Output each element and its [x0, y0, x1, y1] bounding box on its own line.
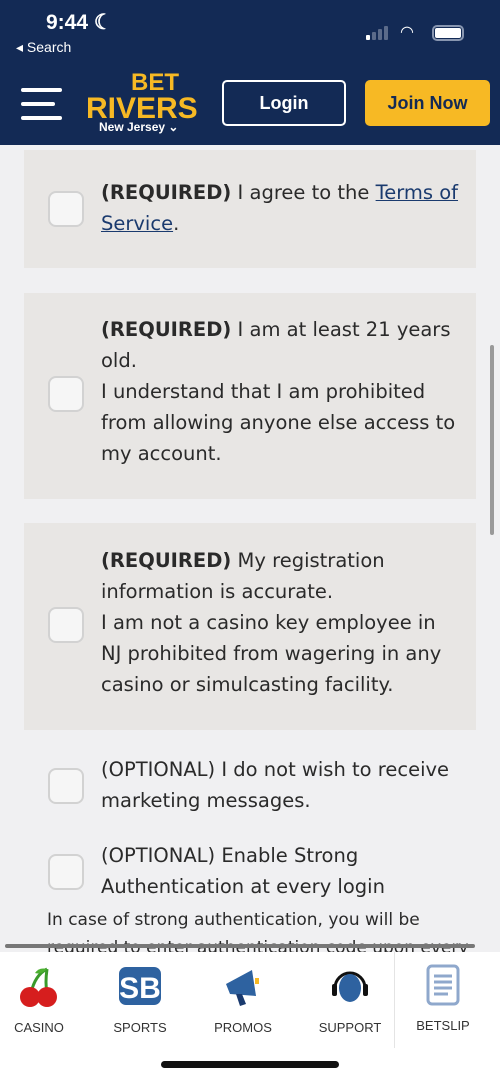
tab-label: SUPPORT	[318, 1020, 382, 1035]
sb-icon: SB	[95, 964, 185, 1010]
login-button[interactable]: Login	[222, 80, 346, 126]
cherries-icon	[0, 964, 84, 1010]
header: 9:44 ☾ ◂ Search ◠ BET RIVERS New Jersey ⌄…	[0, 0, 500, 145]
strong-auth-checkbox[interactable]	[48, 854, 84, 890]
accuracy-label: (REQUIRED) My registration information i…	[101, 549, 442, 696]
headset-icon	[305, 964, 395, 1010]
tab-sports[interactable]: SB SPORTS	[95, 964, 185, 1035]
tab-label: SPORTS	[113, 1020, 167, 1035]
strong-auth-label: (OPTIONAL) Enable Strong Authentication …	[101, 844, 385, 898]
tab-divider	[394, 952, 395, 1048]
terms-label: (REQUIRED) I agree to the Terms of Servi…	[101, 181, 459, 235]
receipt-icon	[398, 962, 488, 1008]
tab-label: CASINO	[14, 1020, 64, 1035]
join-now-button[interactable]: Join Now	[365, 80, 490, 126]
marketing-optout-checkbox[interactable]	[48, 768, 84, 804]
hamburger-menu-icon[interactable]	[21, 88, 62, 130]
battery-icon	[432, 25, 464, 41]
accuracy-checkbox[interactable]	[48, 607, 84, 643]
signal-icon	[366, 26, 388, 40]
moon-icon: ☾	[93, 11, 113, 34]
tab-betslip[interactable]: BETSLIP	[398, 962, 488, 1033]
betrivers-logo[interactable]: BET RIVERS	[86, 70, 198, 124]
tab-label: BETSLIP	[416, 1018, 470, 1033]
wifi-icon: ◠	[400, 22, 414, 41]
back-to-search[interactable]: ◂ Search	[16, 39, 71, 56]
terms-checkbox[interactable]	[48, 191, 84, 227]
horizontal-scrollbar[interactable]	[5, 944, 475, 948]
tab-label: PROMOS	[214, 1020, 272, 1035]
region-selector[interactable]: New Jersey ⌄	[99, 120, 178, 134]
marketing-optout-label: (OPTIONAL) I do not wish to receive mark…	[101, 758, 450, 812]
age-checkbox[interactable]	[48, 376, 84, 412]
age-label: (REQUIRED) I am at least 21 years old. I …	[101, 318, 456, 465]
tab-support[interactable]: SUPPORT	[305, 964, 395, 1035]
svg-text:SB: SB	[119, 972, 161, 1005]
home-indicator[interactable]	[161, 1061, 339, 1068]
scrollbar[interactable]	[490, 345, 494, 535]
status-time: 9:44 ☾	[46, 11, 113, 34]
tab-casino[interactable]: CASINO	[0, 964, 84, 1035]
megaphone-icon	[198, 964, 288, 1010]
tab-promos[interactable]: PROMOS	[198, 964, 288, 1035]
